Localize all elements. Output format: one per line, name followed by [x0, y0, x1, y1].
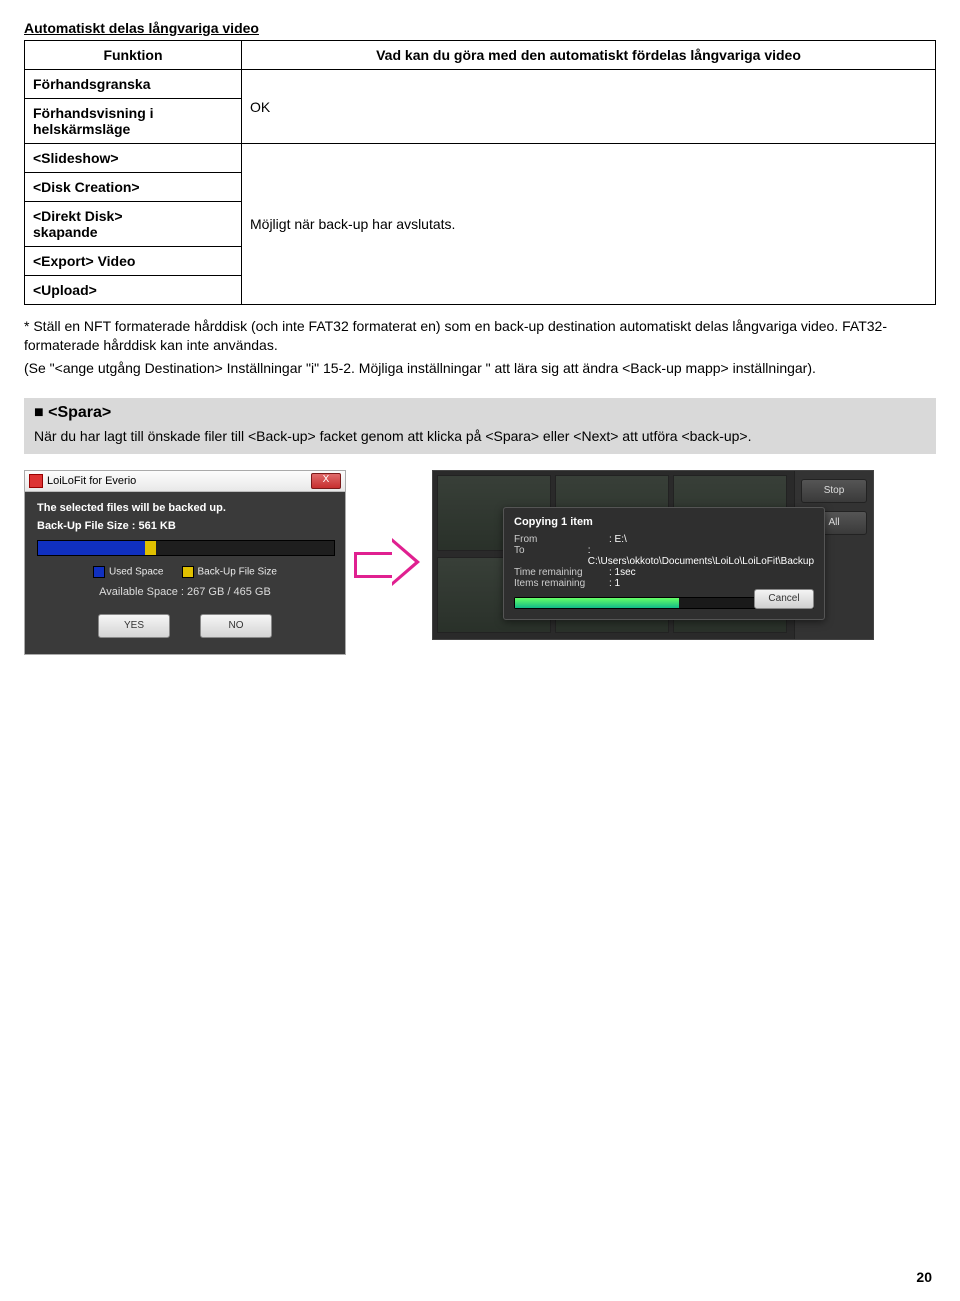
row-disk-creation: <Disk Creation> [25, 173, 242, 202]
cell-mojligt: Möjligt när back-up har avslutats. [242, 144, 936, 305]
copy-items-label: Items remaining [514, 578, 609, 589]
space-bar [37, 540, 335, 556]
dialog-titlebar: LoiLoFit for Everio X [25, 471, 345, 492]
section-title: Automatiskt delas långvariga video [24, 20, 936, 36]
copy-from-label: From [514, 534, 609, 545]
player-panel: 2:39 PM 2:39 PM 2:39 PM Stop All Copying… [432, 470, 874, 640]
copy-to-value: : C:\Users\okkoto\Documents\LoiLo\LoiLoF… [588, 545, 814, 567]
copy-to-label: To [514, 545, 588, 567]
copy-items-value: : 1 [609, 578, 620, 589]
arrow-icon [354, 532, 424, 592]
row-export-video: <Export> Video [25, 247, 242, 276]
legend-used: Used Space [93, 566, 163, 578]
close-button[interactable]: X [311, 473, 341, 489]
row-dd-b: skapande [33, 224, 98, 240]
space-bar-used [38, 541, 145, 555]
stop-button[interactable]: Stop [801, 479, 867, 503]
copy-from-value: : E:\ [609, 534, 627, 545]
legend-used-label: Used Space [109, 566, 163, 577]
col-desc: Vad kan du göra med den automatiskt förd… [242, 41, 936, 70]
row-forhandsvisning: Förhandsvisning i helskärmsläge [25, 99, 242, 144]
row-slideshow: <Slideshow> [25, 144, 242, 173]
dialog-title: LoiLoFit for Everio [47, 475, 136, 487]
swatch-blue [93, 566, 105, 578]
col-funktion: Funktion [25, 41, 242, 70]
copy-time-value: : 1sec [609, 567, 636, 578]
yes-button[interactable]: YES [98, 614, 170, 638]
dialog-line1: The selected files will be backed up. [37, 502, 333, 514]
copy-progress-fill [515, 598, 679, 608]
app-icon [29, 474, 43, 488]
no-button[interactable]: NO [200, 614, 272, 638]
spara-title: ■ <Spara> [34, 404, 926, 422]
dialog-buttons: YES NO [37, 606, 333, 642]
row-fh-b: helskärmsläge [33, 121, 130, 137]
spara-body: När du har lagt till önskade filer till … [34, 428, 926, 444]
copy-time-label: Time remaining [514, 567, 609, 578]
row-dd-a: <Direkt Disk> [33, 208, 123, 224]
copy-progress-dialog: Copying 1 item From: E:\ To: C:\Users\ok… [503, 507, 825, 620]
legend-backup-label: Back-Up File Size [198, 566, 277, 577]
backup-dialog: LoiLoFit for Everio X The selected files… [24, 470, 346, 655]
note-nft: * Ställ en NFT formaterade hårddisk (och… [24, 317, 936, 355]
function-table: Funktion Vad kan du göra med den automat… [24, 40, 936, 305]
page-number: 20 [916, 1269, 932, 1285]
available-space: Available Space : 267 GB / 465 GB [37, 586, 333, 598]
row-direkt-disk: <Direkt Disk> skapande [25, 202, 242, 247]
screenshot-row: LoiLoFit for Everio X The selected files… [24, 470, 936, 655]
note-see: (Se "<ange utgång Destination> Inställni… [24, 359, 936, 378]
legend-backup: Back-Up File Size [182, 566, 277, 578]
row-forhandsgranska: Förhandsgranska [25, 70, 242, 99]
cancel-button[interactable]: Cancel [754, 589, 814, 609]
spara-section: ■ <Spara> När du har lagt till önskade f… [24, 398, 936, 454]
dialog-body: The selected files will be backed up. Ba… [25, 492, 345, 654]
dialog-line2: Back-Up File Size : 561 KB [37, 520, 333, 532]
space-bar-backup [145, 541, 157, 555]
row-fh-a: Förhandsvisning i [33, 105, 154, 121]
swatch-yellow [182, 566, 194, 578]
cell-ok: OK [242, 70, 936, 144]
row-upload: <Upload> [25, 276, 242, 305]
copy-title: Copying 1 item [514, 516, 814, 528]
legend: Used Space Back-Up File Size [37, 566, 333, 578]
